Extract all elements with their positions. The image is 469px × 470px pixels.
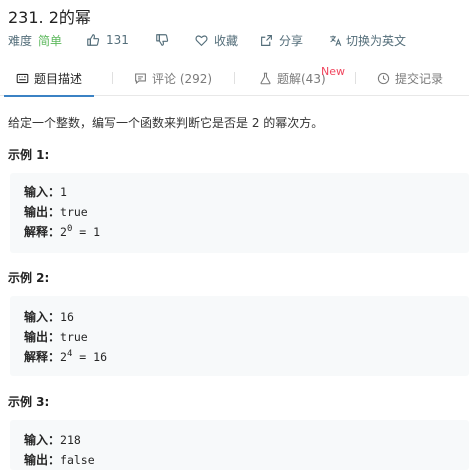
- input-value: 16: [60, 310, 74, 324]
- example-input: 输入：218: [24, 430, 81, 450]
- example-title: 示例 1:: [8, 148, 50, 162]
- heart-icon: [195, 34, 208, 46]
- input-label: 输入：: [24, 433, 61, 447]
- example-title: 示例 2:: [8, 271, 50, 285]
- problem-title: 231. 2的幂: [8, 8, 91, 27]
- explain-base: 2: [60, 225, 67, 239]
- thumbs-down-icon: [156, 34, 169, 46]
- share-icon: [261, 34, 272, 46]
- example-output: 输出：false: [24, 450, 95, 470]
- translate-label: 切换为英文: [345, 33, 406, 48]
- description-icon: [16, 73, 29, 83]
- collect-button[interactable]: 收藏: [195, 32, 238, 49]
- problem-tabs: 题目描述 评论 (292) 题解(43) 提交记录: [0, 60, 469, 97]
- explain-label: 解释：: [24, 225, 61, 239]
- collect-label: 收藏: [213, 33, 238, 48]
- share-label: 分享: [278, 33, 303, 48]
- dislike-button[interactable]: [155, 33, 169, 47]
- example-output: 输出：true: [24, 327, 88, 347]
- tab-comments[interactable]: 评论 (292): [134, 60, 212, 96]
- new-badge: New: [321, 65, 345, 78]
- translate-button[interactable]: 切换为英文: [329, 32, 406, 49]
- thumbs-up-icon: [87, 34, 100, 46]
- output-value: true: [60, 330, 88, 344]
- output-label: 输出：: [24, 330, 61, 344]
- explain-rest: = 16: [72, 350, 107, 364]
- tab-solutions-label: 题解(43): [277, 71, 326, 86]
- output-label: 输出：: [24, 205, 61, 219]
- example-output: 输出：true: [24, 202, 88, 222]
- tab-solutions[interactable]: 题解(43): [259, 60, 326, 96]
- translate-icon: [330, 35, 342, 46]
- tab-divider: [234, 72, 235, 84]
- example-input: 输入：16: [24, 307, 74, 327]
- example-explanation: 解释：24 = 16: [24, 347, 107, 367]
- tab-comments-label: 评论 (292): [152, 71, 213, 86]
- tab-submissions[interactable]: 提交记录: [377, 60, 443, 96]
- explain-base: 2: [60, 350, 67, 364]
- clock-icon: [377, 72, 390, 84]
- output-value: false: [60, 453, 95, 467]
- input-label: 输入：: [24, 310, 61, 324]
- flask-icon: [260, 72, 271, 84]
- input-value: 1: [60, 185, 67, 199]
- explain-rest: = 1: [72, 225, 101, 239]
- tab-description[interactable]: 题目描述: [3, 60, 95, 97]
- explain-label: 解释：: [24, 350, 61, 364]
- output-value: true: [60, 205, 88, 219]
- example-box: 输入：218 输出：false: [10, 420, 469, 470]
- problem-meta-bar: 难度 简单 131 收藏 分享 切换为英文: [8, 32, 406, 48]
- input-value: 218: [60, 433, 81, 447]
- explain-exponent: 0: [66, 224, 73, 234]
- example-box: 输入：16 输出：true 解释：24 = 16: [10, 296, 469, 376]
- comment-icon: [135, 73, 146, 84]
- example-box: 输入：1 输出：true 解释：20 = 1: [10, 173, 469, 253]
- like-count: 131: [106, 33, 129, 47]
- tab-divider: [112, 72, 113, 84]
- example-title: 示例 3:: [8, 395, 50, 409]
- explain-exponent: 4: [66, 349, 73, 359]
- problem-description: 给定一个整数，编写一个函数来判断它是否是 2 的幂次方。: [8, 116, 324, 130]
- like-button[interactable]: 131: [86, 33, 129, 47]
- input-label: 输入：: [24, 185, 61, 199]
- output-label: 输出：: [24, 453, 61, 467]
- example-input: 输入：1: [24, 182, 67, 202]
- share-button[interactable]: 分享: [260, 32, 303, 49]
- tab-submissions-label: 提交记录: [395, 71, 444, 86]
- difficulty-value: 简单: [38, 33, 63, 48]
- difficulty-label: 难度: [8, 33, 33, 48]
- example-explanation: 解释：20 = 1: [24, 222, 100, 242]
- tab-divider: [355, 72, 356, 84]
- tab-description-label: 题目描述: [34, 71, 83, 86]
